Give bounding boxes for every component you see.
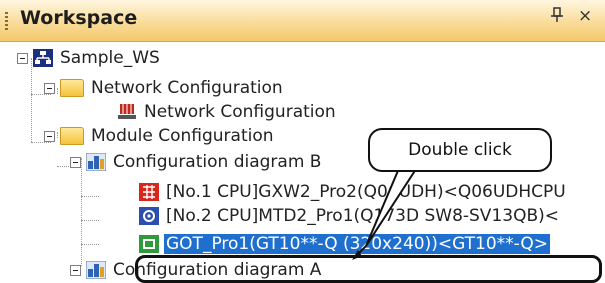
callout-double-click: Double click bbox=[368, 128, 552, 172]
